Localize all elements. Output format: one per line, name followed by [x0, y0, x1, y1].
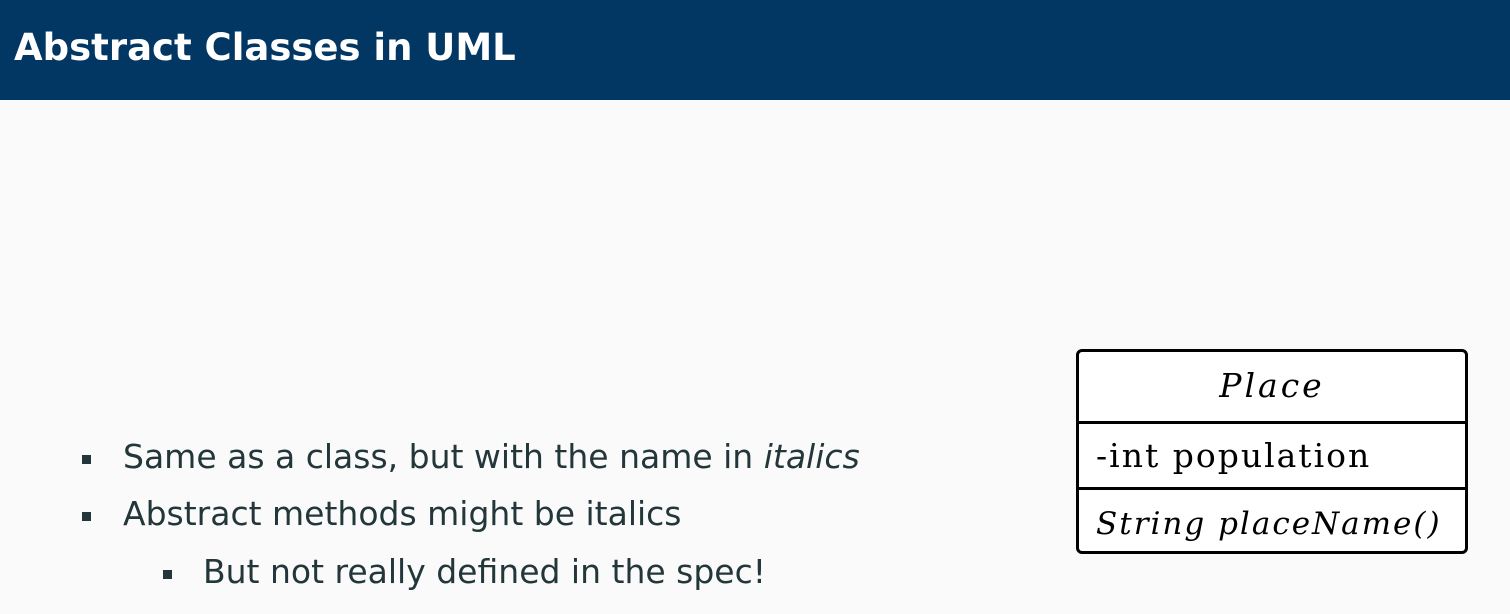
- bullet-item: Same as a class, but with the name in it…: [123, 437, 860, 477]
- uml-attribute: -int population: [1096, 436, 1372, 475]
- bullet-marker: [82, 512, 91, 521]
- bullet-item: Abstract methods might be italics: [123, 494, 682, 533]
- uml-method: String placeName(): [1096, 506, 1442, 542]
- slide-title: Abstract Classes in UML: [14, 26, 516, 69]
- sub-bullet-item: But not really defined in the spec!: [203, 552, 766, 591]
- sub-bullet-marker: [163, 570, 172, 579]
- title-bar: Abstract Classes in UML: [0, 0, 1510, 100]
- uml-divider: [1079, 487, 1465, 490]
- bullet-marker: [82, 455, 91, 464]
- bullet-text: Same as a class, but with the name in: [123, 437, 764, 476]
- uml-class-name: Place: [1219, 366, 1325, 405]
- uml-class-box: Place -int population String placeName(): [1076, 349, 1468, 554]
- uml-divider: [1079, 421, 1465, 424]
- bullet-emphasis: italics: [763, 437, 860, 476]
